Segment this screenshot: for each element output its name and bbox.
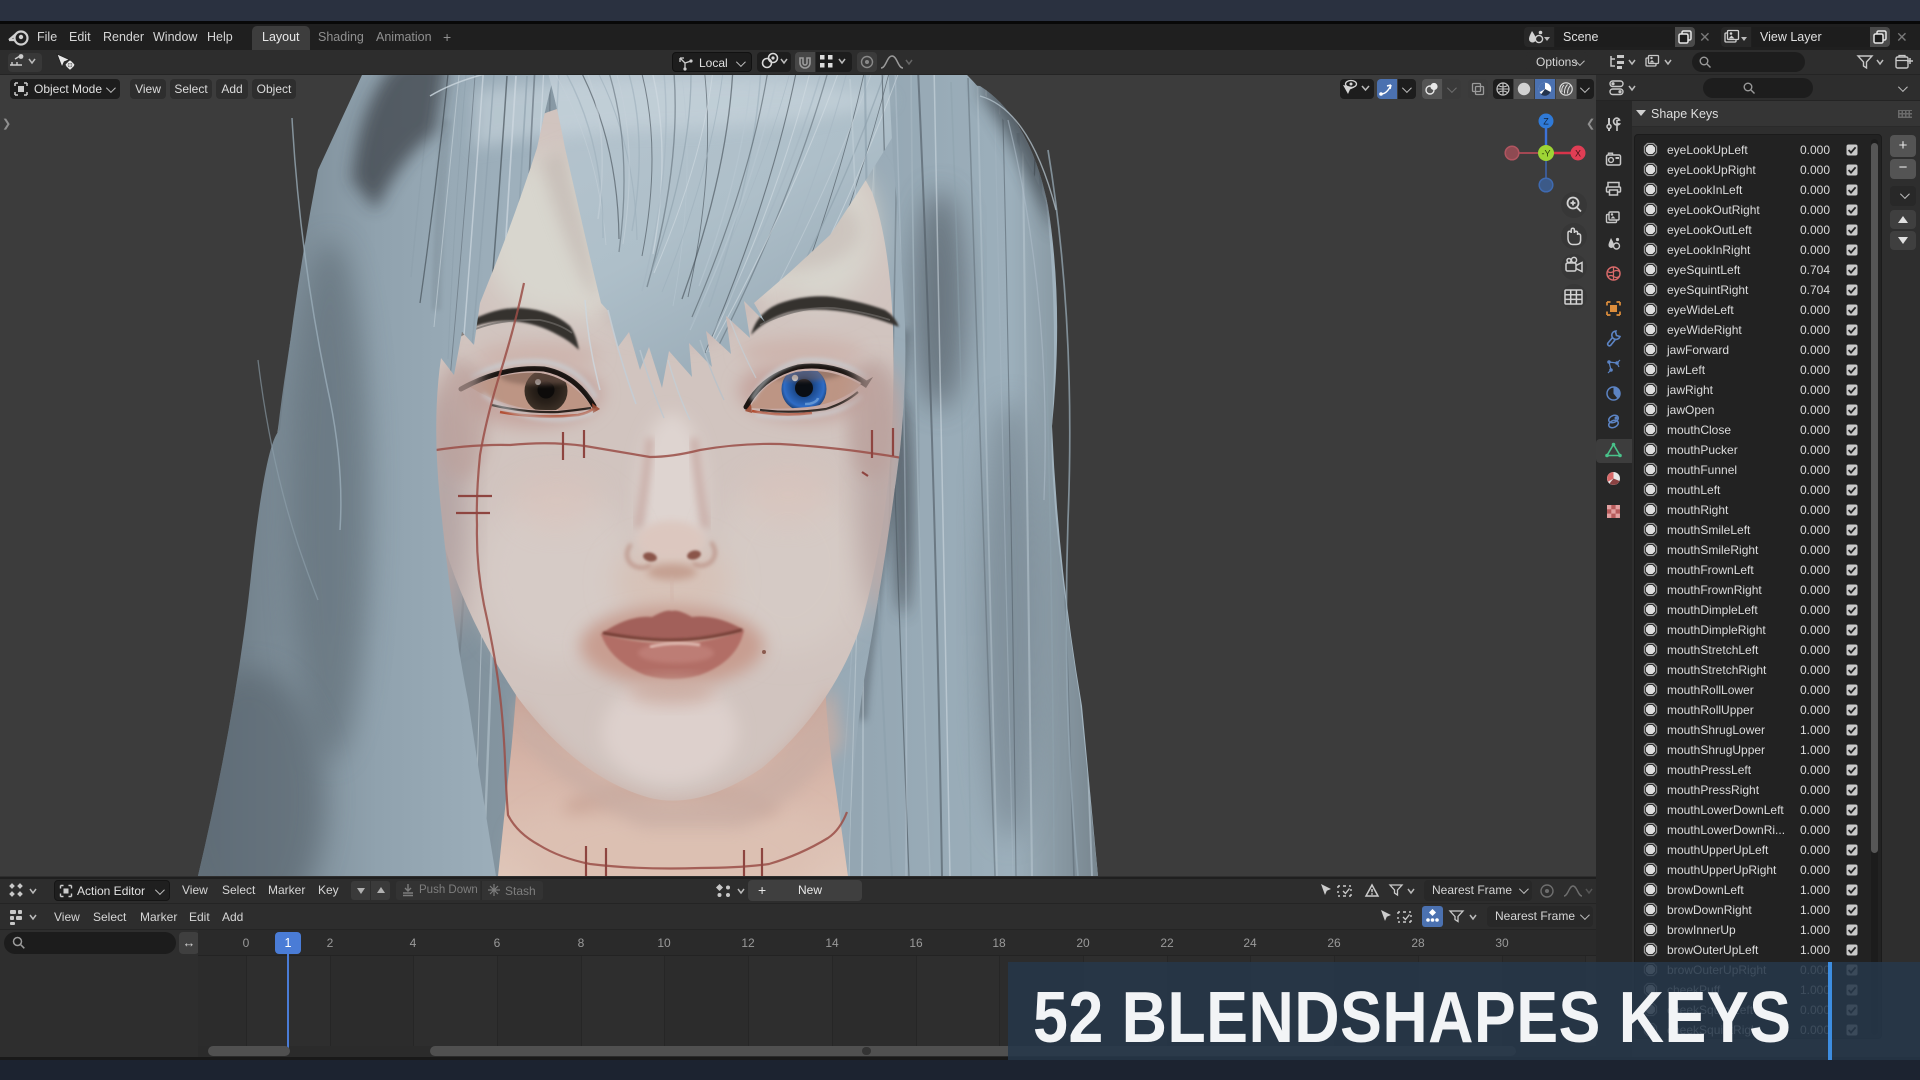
svg-text:X: X bbox=[1575, 149, 1581, 159]
svg-text:-Y: -Y bbox=[1542, 149, 1551, 159]
svg-text:Z: Z bbox=[1543, 117, 1549, 127]
